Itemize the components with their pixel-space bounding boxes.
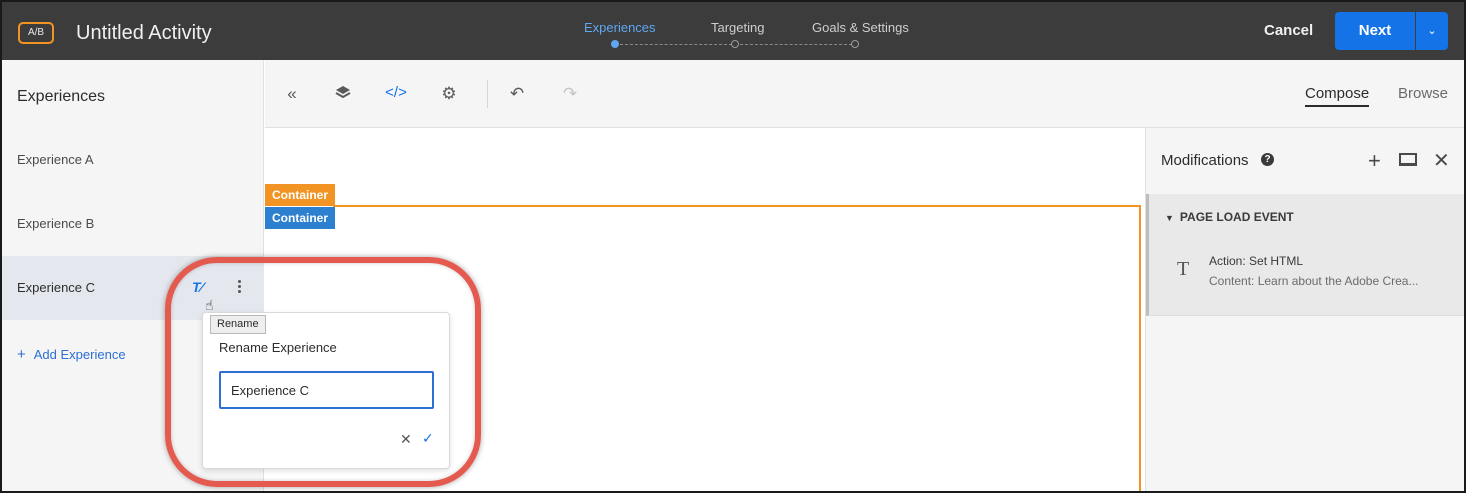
cancel-button[interactable]: Cancel (1264, 22, 1313, 39)
hand-cursor-icon: ☝ (205, 297, 214, 313)
cancel-rename-icon[interactable]: ✕ (400, 431, 412, 448)
layers-icon[interactable] (331, 84, 355, 106)
add-experience-label: Add Experience (33, 347, 126, 362)
tab-compose[interactable]: Compose (1305, 85, 1370, 107)
step-targeting[interactable]: Targeting (711, 20, 764, 35)
experience-item-a[interactable]: Experience A (2, 128, 264, 192)
undo-icon[interactable]: ↶ (505, 84, 529, 106)
top-bar: A/B Untitled Activity Experiences Target… (2, 2, 1464, 60)
event-header-label: PAGE LOAD EVENT (1179, 210, 1294, 224)
collapse-icon[interactable]: « (280, 84, 304, 106)
page-load-event-header[interactable]: ▼ PAGE LOAD EVENT (1165, 210, 1294, 224)
rename-popover: Rename Experience ✕ ✓ (202, 312, 450, 469)
more-options-icon[interactable] (238, 280, 242, 296)
modifications-panel: Modifications ? + ✕ ▼ PAGE LOAD EVENT T A… (1145, 128, 1464, 491)
action-title[interactable]: Action: Set HTML (1209, 254, 1303, 268)
experience-item-c[interactable]: Experience C T⁄ (2, 256, 264, 320)
experience-item-label: Experience B (17, 216, 95, 231)
next-button[interactable]: Next (1335, 12, 1415, 50)
step-connector (620, 44, 732, 45)
add-modification-icon[interactable]: + (1368, 148, 1381, 174)
step-connector (740, 44, 852, 45)
step-experiences[interactable]: Experiences (584, 20, 656, 35)
chevron-down-icon: ▼ (1165, 213, 1174, 223)
rename-icon[interactable]: T⁄ (192, 280, 203, 294)
page-load-event-section: ▼ PAGE LOAD EVENT T Action: Set HTML Cont… (1146, 194, 1464, 316)
tab-browse[interactable]: Browse (1398, 85, 1448, 102)
app-frame: A/B Untitled Activity Experiences Target… (0, 0, 1466, 493)
confirm-rename-icon[interactable]: ✓ (422, 430, 434, 447)
step-dot-goals-settings (851, 40, 859, 48)
editor-toolbar: « </> ⚙ ↶ ↷ Compose Browse (265, 60, 1464, 128)
chevron-down-icon: ⌄ (1427, 25, 1437, 37)
code-icon[interactable]: </> (384, 84, 408, 106)
next-dropdown-button[interactable]: ⌄ (1416, 12, 1448, 50)
rename-popover-title: Rename Experience (219, 340, 337, 355)
experience-item-b[interactable]: Experience B (2, 192, 264, 256)
device-preview-icon[interactable] (1399, 153, 1417, 166)
plus-icon: + (17, 346, 26, 363)
selected-element-outline (333, 205, 1141, 491)
ab-activity-badge: A/B (18, 22, 54, 44)
add-experience-button[interactable]: + Add Experience (17, 346, 126, 363)
text-type-icon: T (1177, 258, 1190, 280)
redo-icon[interactable]: ↷ (558, 84, 582, 106)
experience-item-label: Experience A (17, 152, 94, 167)
rename-tooltip: Rename (210, 315, 266, 334)
experience-item-label: Experience C (17, 280, 96, 295)
activity-title[interactable]: Untitled Activity (76, 22, 212, 45)
experiences-panel-title: Experiences (17, 88, 106, 105)
container-tag-orange[interactable]: Container (265, 184, 336, 206)
close-icon[interactable]: ✕ (1433, 148, 1450, 173)
action-content: Content: Learn about the Adobe Crea... (1209, 274, 1419, 288)
rename-experience-input[interactable] (219, 371, 434, 409)
container-tag-blue[interactable]: Container (265, 207, 336, 229)
modifications-title: Modifications (1161, 152, 1249, 169)
help-icon[interactable]: ? (1261, 153, 1274, 166)
step-dot-experiences (611, 40, 619, 48)
step-goals-settings[interactable]: Goals & Settings (812, 20, 909, 35)
settings-icon[interactable]: ⚙ (437, 84, 461, 106)
toolbar-divider (487, 80, 488, 108)
step-dot-targeting (731, 40, 739, 48)
